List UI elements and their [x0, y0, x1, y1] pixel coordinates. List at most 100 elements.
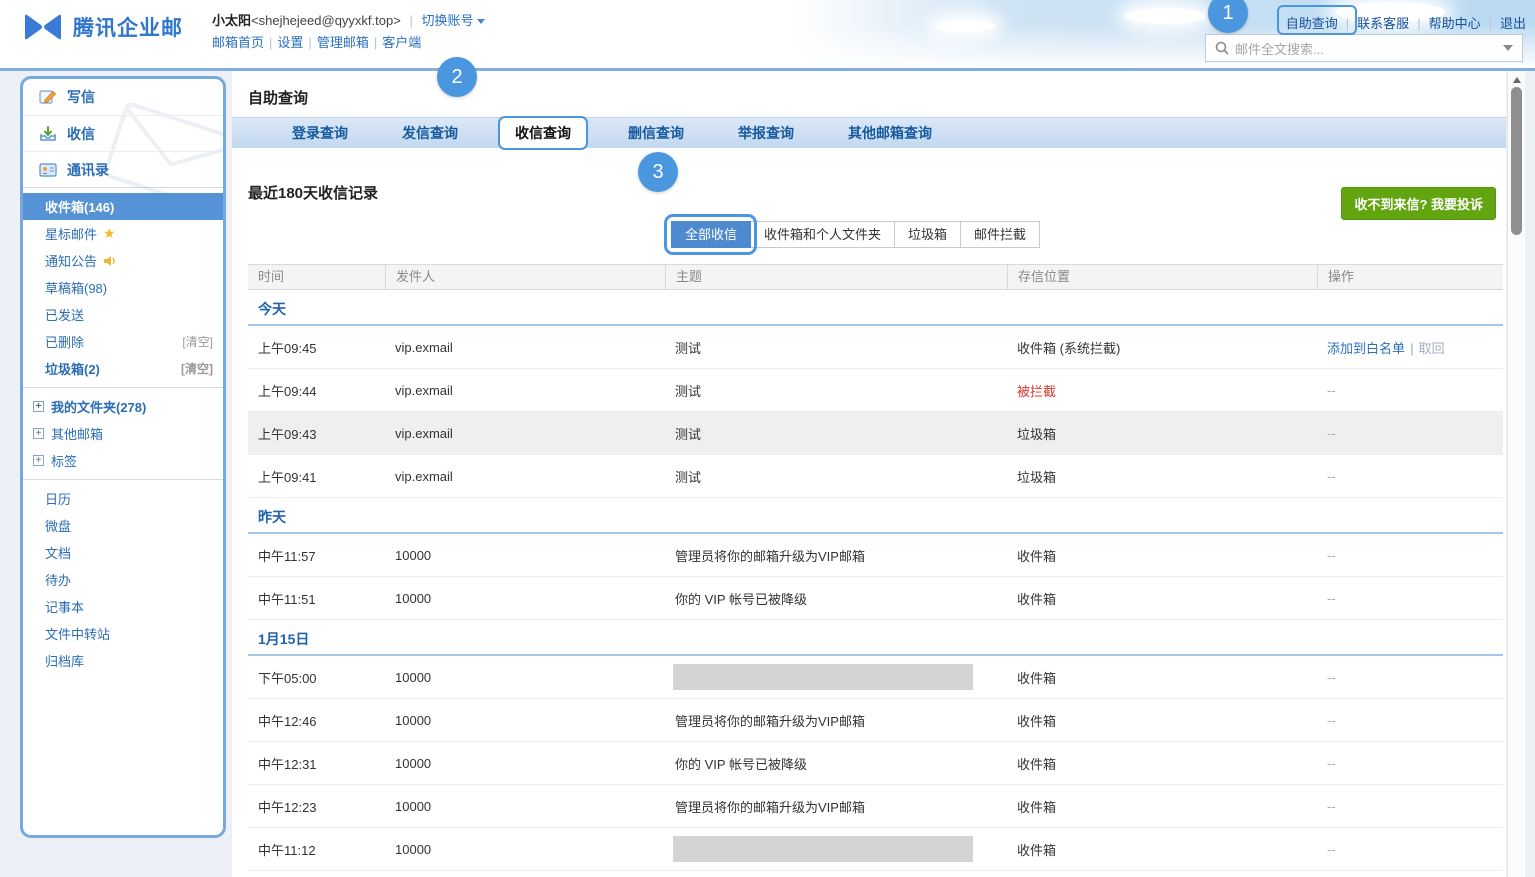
redacted-subject-block [673, 836, 973, 862]
filter-inbox-and-personal[interactable]: 收件箱和个人文件夹 [750, 221, 895, 248]
cell-actions: -- [1317, 591, 1503, 606]
cell-subject [665, 836, 1007, 862]
logo: 腾讯企业邮 [22, 12, 183, 42]
no-action-text: -- [1327, 713, 1336, 728]
top-link-contact-support[interactable]: 联系客服 [1357, 16, 1409, 31]
tab-delete-query[interactable]: 删信查询 [628, 123, 684, 143]
sidebar-item-weidisk[interactable]: 微盘 [23, 512, 223, 539]
tab-login-query[interactable]: 登录查询 [292, 123, 348, 143]
folder-label: 已发送 [45, 305, 84, 324]
sidebar-item-todo[interactable]: 待办 [23, 566, 223, 593]
cell-sender: vip.exmail [385, 383, 665, 398]
sidebar-item-drafts[interactable]: 草稿箱(98) [23, 274, 223, 301]
cell-time: 中午11:51 [248, 589, 385, 608]
sidebar-item-docs[interactable]: 文档 [23, 539, 223, 566]
top-link-logout[interactable]: 退出 [1500, 16, 1526, 31]
filter-intercepted[interactable]: 邮件拦截 [960, 221, 1040, 248]
cell-actions: -- [1317, 383, 1503, 398]
filter-spam[interactable]: 垃圾箱 [894, 221, 961, 248]
sidebar-item-my-folders[interactable]: +我的文件夹(278) [23, 393, 223, 420]
cell-sender: 10000 [385, 756, 665, 771]
empty-folder-link[interactable]: [清空] [182, 333, 213, 350]
search-box[interactable]: 邮件全文搜索... [1205, 34, 1523, 62]
receive-mail-button[interactable]: 收信 [23, 115, 223, 151]
no-action-text: -- [1327, 469, 1336, 484]
sidebar-item-file-transfer[interactable]: 文件中转站 [23, 620, 223, 647]
sidebar-item-announcements[interactable]: 通知公告 [23, 247, 223, 274]
retrieve-link[interactable]: 取回 [1419, 341, 1445, 356]
app-label: 微盘 [45, 516, 71, 535]
tab-receive-query[interactable]: 收信查询 [498, 116, 588, 150]
user-name: 小太阳 [212, 13, 251, 28]
sidebar-apps: 日历微盘文档待办记事本文件中转站归档库 [23, 480, 223, 679]
no-action-text: -- [1327, 670, 1336, 685]
cell-subject: 管理员将你的邮箱升级为VIP邮箱 [665, 797, 1007, 816]
logo-text: 腾讯企业邮 [73, 12, 183, 42]
cell-time: 上午09:43 [248, 424, 385, 443]
cell-sender: 10000 [385, 591, 665, 606]
complaint-button[interactable]: 收不到来信? 我要投诉 [1341, 187, 1496, 220]
sidebar-item-deleted[interactable]: 已删除 [清空] [23, 328, 223, 355]
tab-report-query[interactable]: 举报查询 [738, 123, 794, 143]
search-input[interactable]: 邮件全文搜索... [1235, 39, 1324, 58]
app-label: 文档 [45, 543, 71, 562]
cell-actions: -- [1317, 426, 1503, 441]
cell-subject: 测试 [665, 381, 1007, 400]
scrollbar-thumb[interactable] [1511, 87, 1522, 235]
nav-link-manage-mailbox[interactable]: 管理邮箱 [317, 35, 369, 50]
cell-time: 上午09:44 [248, 381, 385, 400]
cell-sender: 10000 [385, 842, 665, 857]
scroll-up-arrow-icon[interactable] [1513, 77, 1521, 83]
cell-subject: 管理员将你的邮箱升级为VIP邮箱 [665, 711, 1007, 730]
folder-label: 垃圾箱(2) [45, 359, 100, 378]
cell-time: 下午05:00 [248, 668, 385, 687]
sidebar-item-calendar[interactable]: 日历 [23, 485, 223, 512]
sidebar-item-notes[interactable]: 记事本 [23, 593, 223, 620]
sidebar-item-spam[interactable]: 垃圾箱(2) [清空] [23, 355, 223, 382]
expand-icon[interactable]: + [33, 401, 44, 412]
nav-link-client[interactable]: 客户端 [382, 35, 421, 50]
folder-label: 已删除 [45, 332, 84, 351]
cell-actions: -- [1317, 713, 1503, 728]
cell-subject: 你的 VIP 帐号已被降级 [665, 589, 1007, 608]
sidebar-folders: 收件箱(146)星标邮件★通知公告草稿箱(98)已发送已删除[清空]垃圾箱(2)… [23, 188, 223, 387]
separator: | [1410, 341, 1414, 356]
add-to-whitelist-link[interactable]: 添加到白名单 [1327, 341, 1405, 356]
nav-link-settings[interactable]: 设置 [277, 35, 303, 50]
expand-icon[interactable]: + [33, 428, 44, 439]
cell-location: 垃圾箱 [1007, 467, 1317, 486]
separator: | [308, 35, 311, 50]
switch-account-link[interactable]: 切换账号 [421, 13, 473, 28]
contacts-button[interactable]: 通讯录 [23, 151, 223, 187]
cell-sender: 10000 [385, 548, 665, 563]
no-action-text: -- [1327, 591, 1336, 606]
empty-folder-link[interactable]: [清空] [181, 360, 213, 377]
scrollbar[interactable] [1507, 71, 1525, 877]
sidebar-item-starred[interactable]: 星标邮件★ [23, 220, 223, 247]
sidebar-item-other-mailbox[interactable]: + 其他邮箱 [23, 420, 223, 447]
tab-other-mailbox-query[interactable]: 其他邮箱查询 [848, 123, 932, 143]
expand-icon[interactable]: + [33, 455, 44, 466]
sidebar-item-archive[interactable]: 归档库 [23, 647, 223, 674]
cell-time: 中午12:31 [248, 754, 385, 773]
cell-subject: 测试 [665, 338, 1007, 357]
tab-send-query[interactable]: 发信查询 [402, 123, 458, 143]
table-row: 上午09:45vip.exmail测试收件箱 (系统拦截)添加到白名单|取回 [248, 326, 1503, 369]
sidebar-item-tags[interactable]: +标签 [23, 447, 223, 474]
top-link-help-center[interactable]: 帮助中心 [1429, 16, 1481, 31]
search-dropdown-icon[interactable] [1503, 45, 1513, 51]
tree-label: 其他邮箱 [51, 424, 103, 443]
folder-label: 通知公告 [45, 251, 97, 270]
table-row: 中午12:2310000管理员将你的邮箱升级为VIP邮箱收件箱-- [248, 785, 1503, 828]
app-label: 记事本 [45, 597, 84, 616]
nav-link-mail-home[interactable]: 邮箱首页 [212, 35, 264, 50]
sidebar-item-sent[interactable]: 已发送 [23, 301, 223, 328]
cell-sender: 10000 [385, 799, 665, 814]
sidebar-item-inbox[interactable]: 收件箱(146) [23, 193, 223, 220]
compose-button[interactable]: 写信 [23, 79, 223, 115]
cell-sender: vip.exmail [385, 340, 665, 355]
action-label: 写信 [67, 87, 95, 107]
filter-all-mail[interactable]: 全部收信 [671, 221, 751, 248]
cell-actions: -- [1317, 842, 1503, 857]
annotation-step-3: 3 [638, 152, 678, 192]
